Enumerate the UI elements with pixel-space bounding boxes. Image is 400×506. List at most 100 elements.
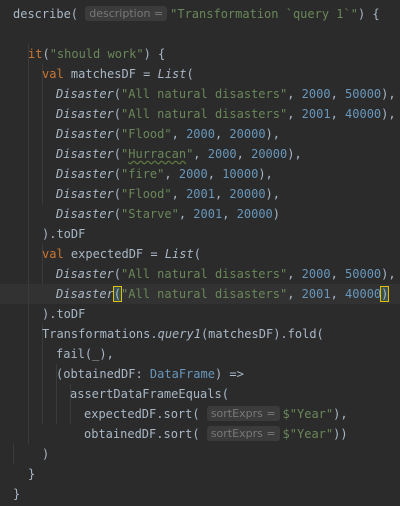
code-line[interactable]: Disaster("All natural disasters", 2001, … — [0, 284, 400, 304]
code-line[interactable]: ).toDF — [0, 304, 400, 324]
indent-guide — [42, 184, 43, 204]
param-hint-sortexprs: sortExprs = — [206, 406, 280, 421]
text-caret — [388, 286, 390, 300]
code-line[interactable] — [0, 24, 400, 44]
code-text: ).toDF — [42, 304, 85, 324]
token-plain: matchesDF = — [70, 67, 158, 81]
code-line[interactable]: Transformations.query1(matchesDF).fold( — [0, 324, 400, 344]
token-fn: Disaster — [56, 147, 114, 161]
indent-guide — [28, 104, 29, 124]
token-plain: ) { — [357, 7, 380, 21]
indent-guide — [28, 364, 29, 384]
token-num: 2000 — [186, 127, 215, 141]
code-line[interactable]: val matchesDF = List( — [0, 64, 400, 84]
indent-guide — [42, 124, 43, 144]
code-line[interactable]: } — [0, 484, 400, 504]
token-str: "All natural disasters" — [121, 267, 288, 281]
code-text: } — [13, 484, 20, 504]
token-str: "Starve" — [121, 207, 179, 221]
code-line[interactable]: (obtainedDF: DataFrame) => — [0, 364, 400, 384]
token-plain: (obtainedDF: — [56, 367, 150, 381]
token-str: "Transformation `query 1`" — [170, 7, 358, 21]
code-text: val expectedDF = List( — [42, 244, 201, 264]
code-line[interactable]: assertDataFrameEquals( — [0, 384, 400, 404]
code-text: ) — [42, 444, 49, 464]
code-line[interactable]: } — [0, 464, 400, 484]
token-plain: Transformations. — [42, 327, 158, 341]
code-line[interactable]: ).toDF — [0, 224, 400, 244]
code-text: Disaster("All natural disasters", 2000, … — [56, 84, 396, 104]
token-plain: } — [13, 487, 21, 501]
indent-guide — [28, 304, 29, 324]
token-num: 2001 — [193, 207, 223, 221]
token-plain: ( — [113, 87, 122, 101]
token-str: $"Year" — [282, 427, 334, 441]
token-plain: ( — [113, 147, 122, 161]
token-plain: , — [287, 87, 302, 101]
indent-guide — [28, 404, 29, 424]
token-plain: ) — [272, 207, 280, 221]
code-text: (obtainedDF: DataFrame) => — [56, 364, 244, 384]
indent-guide — [28, 184, 29, 204]
code-text: } — [28, 464, 35, 484]
code-line[interactable]: ) — [0, 444, 400, 464]
token-fn: List — [164, 247, 194, 261]
code-line[interactable]: Disaster("All natural disasters", 2001, … — [0, 104, 400, 124]
token-fn: Disaster — [56, 287, 114, 301]
token-plain: ), — [381, 267, 396, 281]
token-num: 40000 — [345, 107, 382, 121]
indent-guide — [28, 164, 29, 184]
token-plain: , — [214, 127, 230, 141]
indent-guide — [13, 444, 14, 464]
token-plain: ( — [113, 107, 122, 121]
code-line[interactable]: val expectedDF = List( — [0, 244, 400, 264]
token-num: 20000 — [251, 147, 288, 161]
token-plain: , — [171, 127, 187, 141]
token-plain: ), — [258, 167, 273, 181]
token-fn: Disaster — [56, 87, 114, 101]
indent-guide — [28, 344, 29, 364]
token-plain: } — [28, 467, 36, 481]
indent-guide — [28, 264, 29, 284]
code-line[interactable]: fail(_), — [0, 344, 400, 364]
code-line[interactable]: Disaster("Starve", 2001, 20000) — [0, 204, 400, 224]
token-plain: ), — [381, 107, 396, 121]
token-plain: ( — [193, 247, 201, 261]
token-plain: assertDataFrameEquals( — [70, 387, 229, 401]
code-line[interactable]: expectedDF.sort( sortExprs = $"Year"), — [0, 404, 400, 424]
indent-guide — [42, 164, 43, 184]
code-line[interactable]: obtainedDF.sort( sortExprs = $"Year")) — [0, 424, 400, 444]
token-str: "Flood" — [121, 127, 172, 141]
indent-guide — [42, 404, 43, 424]
token-str: "fire" — [121, 167, 165, 181]
token-plain: ), — [381, 87, 396, 101]
token-num: 2000 — [178, 167, 208, 181]
token-kw: val — [42, 67, 71, 81]
param-hint-description: description = — [85, 6, 168, 21]
code-line[interactable]: Disaster("fire", 2000, 10000), — [0, 164, 400, 184]
token-fn: Disaster — [56, 107, 114, 121]
code-text: val matchesDF = List( — [42, 64, 194, 84]
code-line[interactable]: Disaster("Flood", 2000, 20000), — [0, 124, 400, 144]
token-num: 2000 — [207, 147, 237, 161]
token-plain: ( — [113, 207, 122, 221]
token-num: 2001 — [301, 287, 331, 301]
code-line[interactable]: describe( description = "Transformation `… — [0, 4, 400, 24]
indent-guide — [28, 424, 29, 444]
code-line[interactable]: Disaster("Hurracan", 2000, 20000), — [0, 144, 400, 164]
code-line[interactable]: Disaster("Flood", 2001, 20000), — [0, 184, 400, 204]
code-text: fail(_), — [56, 344, 114, 364]
token-num: 2000 — [301, 267, 331, 281]
token-plain: ( — [186, 67, 194, 81]
indent-guide — [28, 284, 29, 304]
indent-guide — [42, 104, 43, 124]
token-plain: , — [214, 187, 230, 201]
code-line[interactable]: Disaster("All natural disasters", 2000, … — [0, 264, 400, 284]
indent-guide — [56, 404, 57, 424]
token-num: 40000 — [345, 287, 382, 301]
code-line[interactable]: it("should work") { — [0, 44, 400, 64]
indent-guide — [42, 384, 43, 404]
code-line[interactable]: Disaster("All natural disasters", 2000, … — [0, 84, 400, 104]
code-editor[interactable]: describe( description = "Transformation `… — [0, 0, 400, 506]
token-plain: , — [207, 167, 223, 181]
